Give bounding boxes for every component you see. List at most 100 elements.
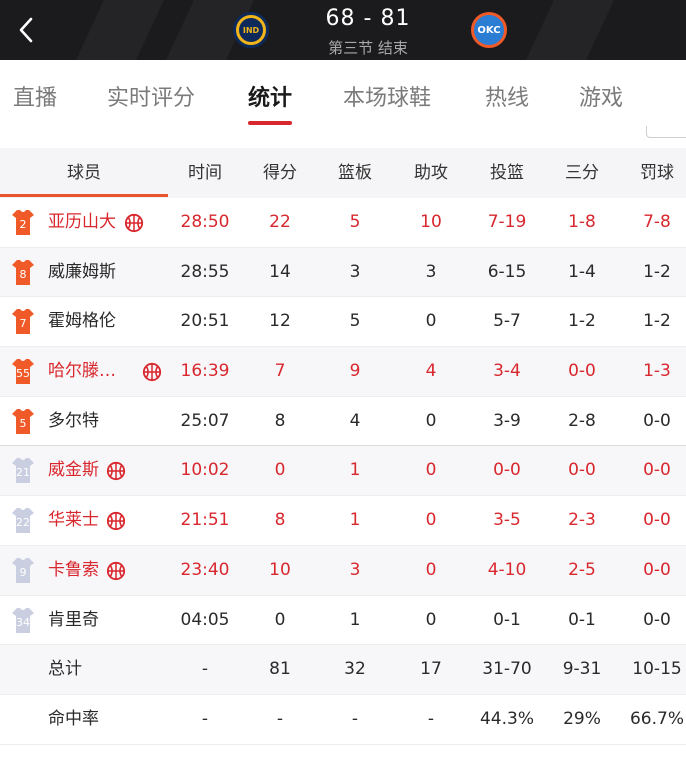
jersey-number-icon: 34 (12, 607, 34, 633)
col-time[interactable]: 时间 (168, 148, 242, 198)
tab-hotline[interactable]: 热线 (485, 80, 529, 112)
free-throws-cell: 0-0 (643, 609, 671, 630)
basketball-icon (124, 213, 144, 233)
assists-cell: 0 (425, 410, 437, 431)
assists-cell: 17 (420, 659, 442, 680)
points-cell: 8 (274, 510, 286, 531)
col-points[interactable]: 得分 (243, 148, 317, 198)
free-throws-cell: 1-2 (643, 261, 671, 282)
player-stats-table: 球员 时间 得分 篮板 助攻 投篮 三分 罚球 2 亚历山大 28:50 22 5 10 7… (0, 148, 686, 745)
player-name[interactable]: 霍姆格伦 (48, 297, 116, 346)
player-name[interactable]: 威金斯 (48, 446, 99, 495)
player-name[interactable]: 哈尔滕… (48, 347, 116, 396)
field-goals-cell: 44.3% (479, 708, 534, 729)
table-row[interactable]: 7 霍姆格伦 20:51 12 5 0 5-7 1-2 1-2 (0, 297, 686, 348)
table-row[interactable]: 21 威金斯 10:02 0 1 0 0-0 0-0 0-0 (0, 446, 686, 497)
three-pointers-cell: 2-3 (568, 510, 596, 531)
assists-cell: 4 (425, 361, 437, 382)
three-pointers-cell: 0-1 (568, 609, 596, 630)
team-switch-button[interactable] (646, 126, 686, 138)
free-throws-cell: 1-2 (643, 311, 671, 332)
three-pointers-cell: 1-2 (568, 311, 596, 332)
points-cell: 0 (274, 609, 286, 630)
table-row[interactable]: 22 华莱士 21:51 8 1 0 3-5 2-3 0-0 (0, 496, 686, 546)
header-decoration (76, 0, 164, 60)
assists-cell: 0 (425, 510, 437, 531)
rebounds-cell: - (351, 708, 359, 729)
assists-cell: 3 (425, 261, 437, 282)
rebounds-cell: 1 (349, 460, 361, 481)
table-row[interactable]: 9 卡鲁索 23:40 10 3 0 4-10 2-5 0-0 (0, 545, 686, 596)
col-field-goals[interactable]: 投篮 (469, 148, 545, 198)
player-name[interactable]: 卡鲁索 (48, 546, 99, 595)
field-goals-cell: 31-70 (482, 659, 532, 680)
basketball-icon (142, 362, 162, 382)
three-pointers-cell: 1-8 (568, 212, 596, 232)
table-row[interactable]: 5 多尔特 25:07 8 4 0 3-9 2-8 0-0 (0, 397, 686, 447)
tab-ratings[interactable]: 实时评分 (107, 80, 195, 112)
jersey-number-icon: 7 (12, 309, 34, 335)
col-three-pointers[interactable]: 三分 (545, 148, 619, 198)
field-goals-cell: 3-9 (493, 410, 521, 431)
jersey-number-icon: 2 (12, 210, 34, 235)
totals-row: 总计 - 81 32 17 31-70 9-31 10-15 (0, 645, 686, 695)
free-throws-cell: 10-15 (632, 659, 682, 680)
player-name[interactable]: 肯里奇 (48, 596, 99, 645)
game-header: IND 68 - 81 第三节 结束 OKC (0, 0, 686, 60)
time-cell: 21:51 (180, 510, 230, 531)
free-throws-cell: 0-0 (643, 410, 671, 431)
tab-stats[interactable]: 统计 (248, 80, 292, 112)
tab-live[interactable]: 直播 (13, 80, 57, 112)
player-name: 命中率 (48, 708, 99, 729)
time-cell: 25:07 (180, 410, 230, 431)
points-cell: 0 (274, 460, 286, 481)
points-cell: - (276, 708, 284, 729)
chevron-left-icon (19, 17, 33, 43)
header-decoration (526, 0, 614, 60)
rebounds-cell: 4 (349, 410, 361, 431)
jersey-number-icon: 5 (12, 408, 34, 434)
three-pointers-cell: 9-31 (562, 659, 602, 680)
free-throws-cell: 0-0 (643, 510, 671, 531)
player-name[interactable]: 多尔特 (48, 397, 99, 446)
time-cell: - (201, 659, 209, 680)
tab-shoes[interactable]: 本场球鞋 (343, 80, 431, 112)
jersey-number-icon: 9 (12, 557, 34, 583)
rebounds-cell: 3 (349, 559, 361, 580)
time-cell: 16:39 (180, 361, 230, 382)
tab-games[interactable]: 游戏 (579, 80, 623, 112)
three-pointers-cell: 0-0 (568, 361, 596, 382)
player-name[interactable]: 威廉姆斯 (48, 248, 116, 297)
table-header: 球员 时间 得分 篮板 助攻 投篮 三分 罚球 (0, 148, 686, 198)
rebounds-cell: 9 (349, 361, 361, 382)
col-player[interactable]: 球员 (0, 148, 168, 198)
col-assists[interactable]: 助攻 (393, 148, 469, 198)
away-team-logo[interactable]: OKC (471, 12, 507, 48)
three-pointers-cell: 29% (563, 708, 601, 729)
col-rebounds[interactable]: 篮板 (318, 148, 392, 198)
back-button[interactable] (8, 10, 44, 50)
time-cell: - (201, 708, 209, 729)
field-goals-cell: 6-15 (487, 261, 527, 282)
three-pointers-cell: 1-4 (568, 261, 596, 282)
rebounds-cell: 1 (349, 609, 361, 630)
table-row[interactable]: 8 威廉姆斯 28:55 14 3 3 6-15 1-4 1-2 (0, 247, 686, 298)
sort-indicator (0, 194, 168, 197)
three-pointers-cell: 0-0 (568, 460, 596, 481)
player-name[interactable]: 亚历山大 (48, 198, 116, 247)
table-row[interactable]: 34 肯里奇 04:05 0 1 0 0-1 0-1 0-0 (0, 596, 686, 646)
free-throws-cell: 0-0 (643, 559, 671, 580)
table-row[interactable]: 55 哈尔滕… 16:39 7 9 4 3-4 0-0 1-3 (0, 347, 686, 397)
assists-cell: - (427, 708, 435, 729)
player-name: 总计 (48, 659, 82, 680)
time-cell: 10:02 (180, 460, 230, 481)
points-cell: 10 (269, 559, 291, 580)
table-row[interactable]: 2 亚历山大 28:50 22 5 10 7-19 1-8 7-8 (0, 198, 686, 248)
thunder-logo-icon: OKC (477, 24, 501, 36)
field-goals-cell: 0-1 (493, 609, 521, 630)
points-cell: 81 (269, 659, 291, 680)
basketball-icon (106, 462, 126, 481)
player-name[interactable]: 华莱士 (48, 496, 99, 545)
col-free-throws[interactable]: 罚球 (619, 148, 686, 198)
home-team-logo[interactable]: IND (233, 12, 269, 48)
